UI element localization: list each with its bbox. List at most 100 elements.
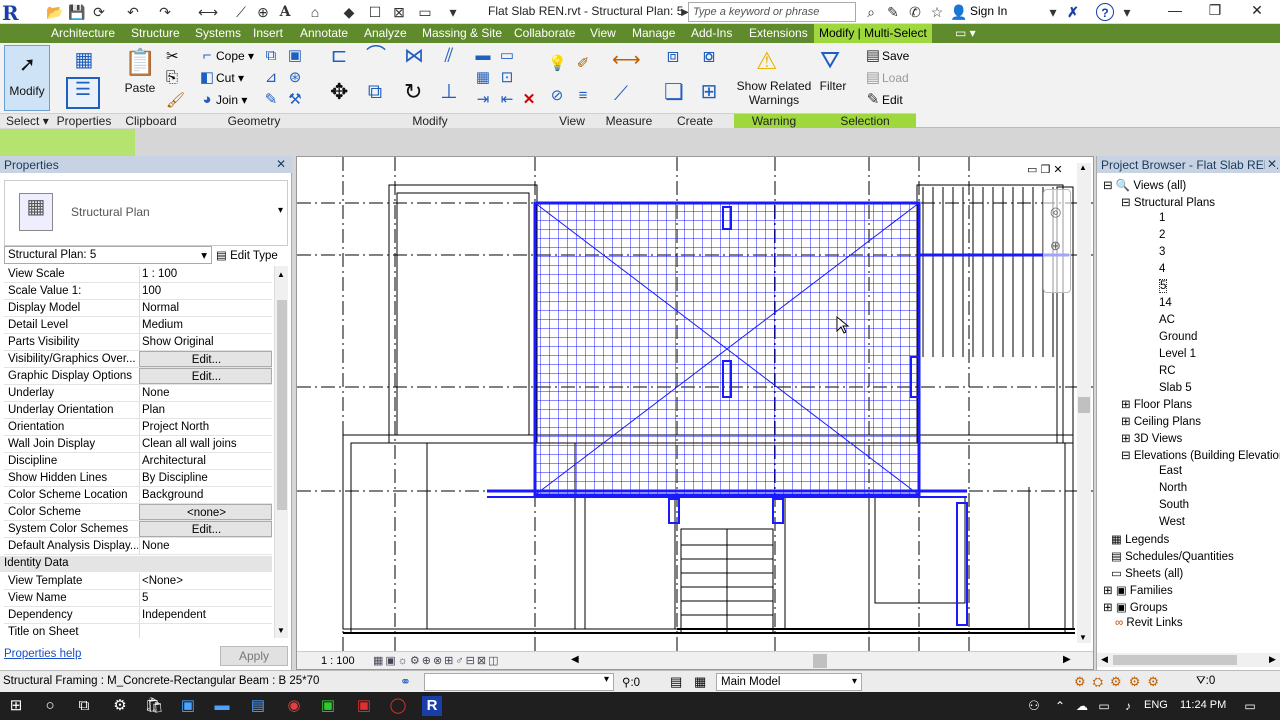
volume-icon[interactable]: ♪: [1118, 696, 1138, 716]
property-value[interactable]: 1 : 100: [139, 266, 272, 282]
tab-architecture[interactable]: Architecture: [46, 24, 120, 43]
floor-plan-drawing[interactable]: [297, 157, 1094, 670]
filter-count[interactable]: ⛛:0: [1196, 675, 1215, 688]
property-row[interactable]: Show Hidden Lines By Discipline: [4, 470, 272, 487]
cope-button[interactable]: ⌐ Cope ▾: [198, 47, 254, 65]
property-value[interactable]: Independent: [139, 607, 272, 623]
uncut-icon[interactable]: ⊛: [286, 69, 304, 87]
property-row[interactable]: Color Scheme Location Background: [4, 487, 272, 504]
binoculars-icon[interactable]: ⌕: [862, 3, 880, 21]
tree-sheets[interactable]: ▭ Sheets (all): [1111, 566, 1183, 580]
tree-structural-plan-item[interactable]: 2: [1159, 229, 1165, 241]
property-row[interactable]: Visibility/Graphics Over... Edit...: [4, 351, 272, 368]
copy-icon[interactable]: ⧉: [366, 82, 384, 102]
people-icon[interactable]: ⚇: [1024, 696, 1044, 716]
canvas-scroll-down-icon[interactable]: ▼: [1079, 633, 1087, 642]
tree-elevation-item[interactable]: West: [1159, 516, 1185, 528]
create-parts-icon[interactable]: ⧇: [700, 46, 718, 66]
property-row[interactable]: Orientation Project North: [4, 419, 272, 436]
align-icon[interactable]: ⊏: [330, 46, 348, 66]
measure-icon[interactable]: ⟷: [198, 3, 218, 21]
tree-structural-plan-item[interactable]: AC: [1159, 314, 1175, 326]
worksharing-icon[interactable]: ⚭: [400, 674, 411, 690]
tree-structural-plan-item[interactable]: 3: [1159, 246, 1165, 258]
property-value[interactable]: Edit...: [139, 521, 272, 537]
property-value[interactable]: Normal: [139, 300, 272, 316]
property-row[interactable]: System Color Schemes Edit...: [4, 521, 272, 538]
zoom-icon[interactable]: ⊕: [1050, 238, 1061, 254]
task-view-icon[interactable]: ⧉: [74, 696, 94, 716]
editing-requests[interactable]: ⚲:0: [622, 675, 640, 689]
tree-families[interactable]: ⊞ ▣ Families: [1103, 583, 1173, 597]
battery-icon[interactable]: ▭: [1094, 696, 1114, 716]
property-row[interactable]: Title on Sheet: [4, 624, 272, 638]
instance-selector[interactable]: Structural Plan: 5 ▾: [4, 246, 212, 264]
ribbon-minimize-icon[interactable]: ▭ ▾: [950, 24, 981, 43]
design-option-selector[interactable]: Main Model ▾: [716, 673, 862, 691]
app-icon-4[interactable]: ◉: [284, 696, 304, 716]
browser-scroll-left-icon[interactable]: ◀: [1101, 654, 1108, 665]
panel-select[interactable]: Select ▾: [0, 113, 56, 128]
property-row[interactable]: Underlay Orientation Plan: [4, 402, 272, 419]
wall-joins-icon[interactable]: ▣: [286, 47, 304, 65]
type-selector[interactable]: ▦ Structural Plan ▾: [4, 180, 288, 246]
app-icon-3[interactable]: ▤: [248, 696, 268, 716]
tray-expand-icon[interactable]: ⌃: [1050, 696, 1070, 716]
store-icon[interactable]: 🛍: [144, 696, 164, 716]
split-gap-icon[interactable]: ▭: [498, 47, 516, 65]
tree-elevation-item[interactable]: South: [1159, 499, 1189, 511]
property-row[interactable]: Wall Join Display Clean all wall joins: [4, 436, 272, 453]
tree-groups[interactable]: ⊞ ▣ Groups: [1103, 600, 1168, 614]
edit-type-button[interactable]: ▤ Edit Type: [216, 246, 288, 264]
apply-button[interactable]: Apply: [220, 646, 288, 666]
canvas-hscroll-thumb[interactable]: [813, 654, 827, 668]
offset-icon[interactable]: ⌒: [366, 46, 386, 66]
view-more-icon[interactable]: ⊘: [548, 87, 566, 105]
modify-button[interactable]: ➚ Modify: [4, 45, 50, 111]
drawing-canvas[interactable]: ▭ ❐ ✕ ◎ ⊕ ▲ ▼ 1 : 100 ▦▣☼⚙⊕⊗⊞♂⊟⊠◫ ◀ ▶: [296, 156, 1094, 670]
properties-close-icon[interactable]: ✕: [276, 157, 286, 171]
minimize-button[interactable]: —: [1158, 2, 1192, 22]
tab-analyze[interactable]: Analyze: [359, 24, 412, 43]
active-only-icon[interactable]: ▦: [694, 674, 706, 690]
property-value[interactable]: Edit...: [139, 368, 272, 384]
tab-add-ins[interactable]: Add-Ins: [686, 24, 737, 43]
user-icon[interactable]: 👤: [950, 3, 968, 21]
tab-extensions[interactable]: Extensions: [744, 24, 813, 43]
property-value[interactable]: <none>: [139, 504, 272, 520]
properties-icon[interactable]: ☰: [66, 77, 100, 109]
tree-schedules[interactable]: ▤ Schedules/Quantities: [1111, 549, 1234, 563]
split-face-icon[interactable]: ⧉: [262, 47, 280, 65]
search-input[interactable]: Type a keyword or phrase: [688, 2, 856, 22]
tree-views-all[interactable]: ⊟ 🔍 Views (all): [1103, 178, 1186, 192]
property-row[interactable]: Display Model Normal: [4, 300, 272, 317]
tree-structural-plan-item[interactable]: 14: [1159, 297, 1172, 309]
tree-ceiling-plans[interactable]: ⊞ Ceiling Plans: [1121, 414, 1201, 428]
trim-multiple-icon[interactable]: ⇥: [474, 91, 492, 109]
property-value[interactable]: Plan: [139, 402, 272, 418]
property-row[interactable]: View Scale 1 : 100: [4, 266, 272, 283]
tree-3d-views[interactable]: ⊞ 3D Views: [1121, 431, 1182, 445]
property-row[interactable]: View Name 5: [4, 590, 272, 607]
close-hidden-icon[interactable]: ⊠: [390, 3, 408, 21]
property-value[interactable]: Architectural: [139, 453, 272, 469]
browser-close-icon[interactable]: ✕: [1264, 157, 1277, 171]
help-icon[interactable]: ?: [1096, 3, 1114, 21]
help-dropdown-icon[interactable]: ▾: [1118, 3, 1136, 21]
tree-elevation-item[interactable]: East: [1159, 465, 1182, 477]
scroll-down-icon[interactable]: ▼: [277, 626, 285, 635]
property-value[interactable]: Medium: [139, 317, 272, 333]
clock[interactable]: 11:24 PM: [1180, 699, 1226, 711]
aligned-dimension-icon[interactable]: ⟋: [612, 84, 630, 104]
undo-icon[interactable]: ↶: [124, 3, 142, 21]
demolish-icon[interactable]: ⚒: [286, 91, 304, 109]
property-row[interactable]: Color Scheme <none>: [4, 504, 272, 521]
revit-logo-icon[interactable]: R: [2, 1, 36, 25]
hscroll-left-icon[interactable]: ◀: [571, 654, 579, 665]
app-icon-5[interactable]: ▣: [318, 696, 338, 716]
3d-view-icon[interactable]: ⌂: [306, 3, 324, 21]
similar-icon[interactable]: ⊞: [700, 82, 718, 102]
tab-systems[interactable]: Systems: [190, 24, 246, 43]
property-row[interactable]: Discipline Architectural: [4, 453, 272, 470]
sync-icon[interactable]: ⟳: [90, 3, 108, 21]
